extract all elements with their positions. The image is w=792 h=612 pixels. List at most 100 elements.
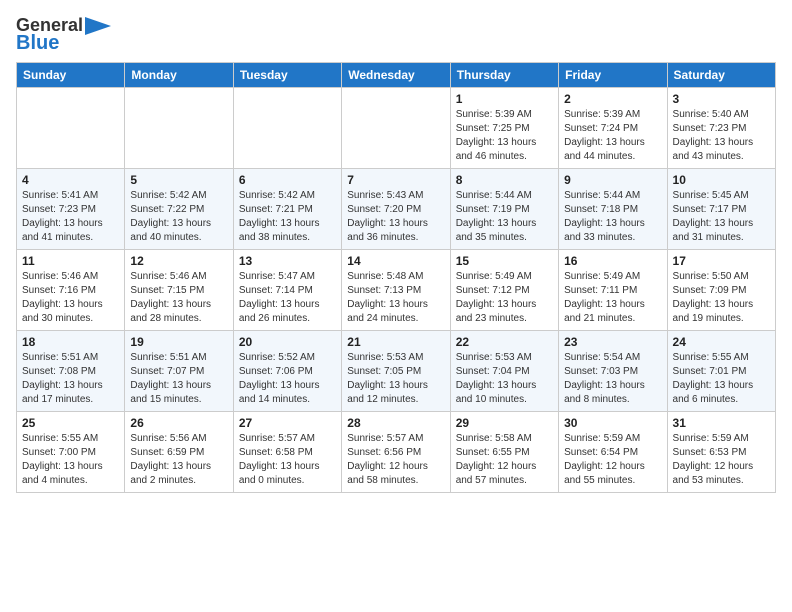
day-number: 31 <box>673 416 770 430</box>
calendar-cell: 26 Sunrise: 5:56 AM Sunset: 6:59 PM Dayli… <box>125 411 233 492</box>
calendar-cell: 13 Sunrise: 5:47 AM Sunset: 7:14 PM Dayli… <box>233 249 341 330</box>
calendar-cell: 4 Sunrise: 5:41 AM Sunset: 7:23 PM Daylig… <box>17 168 125 249</box>
logo-arrow-icon <box>85 17 111 35</box>
day-info: Sunrise: 5:42 AM Sunset: 7:21 PM Dayligh… <box>239 189 336 245</box>
day-info: Sunrise: 5:42 AM Sunset: 7:22 PM Dayligh… <box>130 189 227 245</box>
day-info: Sunrise: 5:54 AM Sunset: 7:03 PM Dayligh… <box>564 351 661 407</box>
calendar-week-row: 1 Sunrise: 5:39 AM Sunset: 7:25 PM Daylig… <box>17 87 776 168</box>
calendar-cell <box>125 87 233 168</box>
day-number: 18 <box>22 335 119 349</box>
calendar-cell: 29 Sunrise: 5:58 AM Sunset: 6:55 PM Dayli… <box>450 411 558 492</box>
calendar-cell: 3 Sunrise: 5:40 AM Sunset: 7:23 PM Daylig… <box>667 87 775 168</box>
calendar-week-row: 25 Sunrise: 5:55 AM Sunset: 7:00 PM Dayli… <box>17 411 776 492</box>
day-number: 12 <box>130 254 227 268</box>
logo: General Blue <box>16 16 111 54</box>
day-number: 2 <box>564 92 661 106</box>
day-info: Sunrise: 5:44 AM Sunset: 7:18 PM Dayligh… <box>564 189 661 245</box>
day-info: Sunrise: 5:50 AM Sunset: 7:09 PM Dayligh… <box>673 270 770 326</box>
day-info: Sunrise: 5:52 AM Sunset: 7:06 PM Dayligh… <box>239 351 336 407</box>
day-info: Sunrise: 5:49 AM Sunset: 7:11 PM Dayligh… <box>564 270 661 326</box>
calendar-cell: 7 Sunrise: 5:43 AM Sunset: 7:20 PM Daylig… <box>342 168 450 249</box>
day-number: 25 <box>22 416 119 430</box>
day-info: Sunrise: 5:59 AM Sunset: 6:54 PM Dayligh… <box>564 432 661 488</box>
logo-blue: Blue <box>16 32 59 54</box>
day-number: 24 <box>673 335 770 349</box>
calendar-cell: 22Sunrise: 5:53 AM Sunset: 7:04 PM Dayli… <box>450 330 558 411</box>
day-info: Sunrise: 5:41 AM Sunset: 7:23 PM Dayligh… <box>22 189 119 245</box>
calendar-week-row: 4 Sunrise: 5:41 AM Sunset: 7:23 PM Daylig… <box>17 168 776 249</box>
calendar-cell: 11 Sunrise: 5:46 AM Sunset: 7:16 PM Dayli… <box>17 249 125 330</box>
calendar-cell: 1 Sunrise: 5:39 AM Sunset: 7:25 PM Daylig… <box>450 87 558 168</box>
day-info: Sunrise: 5:46 AM Sunset: 7:15 PM Dayligh… <box>130 270 227 326</box>
calendar-cell: 5 Sunrise: 5:42 AM Sunset: 7:22 PM Daylig… <box>125 168 233 249</box>
day-number: 17 <box>673 254 770 268</box>
day-info: Sunrise: 5:48 AM Sunset: 7:13 PM Dayligh… <box>347 270 444 326</box>
day-info: Sunrise: 5:47 AM Sunset: 7:14 PM Dayligh… <box>239 270 336 326</box>
day-info: Sunrise: 5:57 AM Sunset: 6:56 PM Dayligh… <box>347 432 444 488</box>
day-number: 13 <box>239 254 336 268</box>
day-info: Sunrise: 5:55 AM Sunset: 7:00 PM Dayligh… <box>22 432 119 488</box>
calendar-cell: 25 Sunrise: 5:55 AM Sunset: 7:00 PM Dayli… <box>17 411 125 492</box>
day-number: 10 <box>673 173 770 187</box>
day-number: 29 <box>456 416 553 430</box>
calendar-cell: 9 Sunrise: 5:44 AM Sunset: 7:18 PM Daylig… <box>559 168 667 249</box>
day-number: 4 <box>22 173 119 187</box>
calendar-cell: 2Sunrise: 5:39 AM Sunset: 7:24 PM Daylig… <box>559 87 667 168</box>
day-info: Sunrise: 5:39 AM Sunset: 7:25 PM Dayligh… <box>456 108 553 164</box>
day-number: 16 <box>564 254 661 268</box>
calendar-cell: 6 Sunrise: 5:42 AM Sunset: 7:21 PM Daylig… <box>233 168 341 249</box>
day-number: 6 <box>239 173 336 187</box>
calendar-cell: 21 Sunrise: 5:53 AM Sunset: 7:05 PM Dayli… <box>342 330 450 411</box>
day-number: 26 <box>130 416 227 430</box>
day-info: Sunrise: 5:45 AM Sunset: 7:17 PM Dayligh… <box>673 189 770 245</box>
weekday-header-saturday: Saturday <box>667 62 775 87</box>
day-number: 7 <box>347 173 444 187</box>
calendar-cell: 17 Sunrise: 5:50 AM Sunset: 7:09 PM Dayli… <box>667 249 775 330</box>
day-number: 3 <box>673 92 770 106</box>
day-info: Sunrise: 5:58 AM Sunset: 6:55 PM Dayligh… <box>456 432 553 488</box>
day-number: 15 <box>456 254 553 268</box>
calendar-cell: 16 Sunrise: 5:49 AM Sunset: 7:11 PM Dayli… <box>559 249 667 330</box>
day-number: 30 <box>564 416 661 430</box>
day-number: 11 <box>22 254 119 268</box>
calendar-cell: 12 Sunrise: 5:46 AM Sunset: 7:15 PM Dayli… <box>125 249 233 330</box>
day-info: Sunrise: 5:55 AM Sunset: 7:01 PM Dayligh… <box>673 351 770 407</box>
day-info: Sunrise: 5:46 AM Sunset: 7:16 PM Dayligh… <box>22 270 119 326</box>
calendar-cell: 20 Sunrise: 5:52 AM Sunset: 7:06 PM Dayli… <box>233 330 341 411</box>
day-info: Sunrise: 5:49 AM Sunset: 7:12 PM Dayligh… <box>456 270 553 326</box>
calendar-cell: 15 Sunrise: 5:49 AM Sunset: 7:12 PM Dayli… <box>450 249 558 330</box>
day-info: Sunrise: 5:51 AM Sunset: 7:08 PM Dayligh… <box>22 351 119 407</box>
day-number: 9 <box>564 173 661 187</box>
day-number: 21 <box>347 335 444 349</box>
calendar-cell: 8 Sunrise: 5:44 AM Sunset: 7:19 PM Daylig… <box>450 168 558 249</box>
weekday-header-row: SundayMondayTuesdayWednesdayThursdayFrid… <box>17 62 776 87</box>
day-number: 1 <box>456 92 553 106</box>
weekday-header-monday: Monday <box>125 62 233 87</box>
calendar-cell <box>342 87 450 168</box>
calendar-cell: 19 Sunrise: 5:51 AM Sunset: 7:07 PM Dayli… <box>125 330 233 411</box>
day-info: Sunrise: 5:43 AM Sunset: 7:20 PM Dayligh… <box>347 189 444 245</box>
day-number: 8 <box>456 173 553 187</box>
day-info: Sunrise: 5:40 AM Sunset: 7:23 PM Dayligh… <box>673 108 770 164</box>
calendar-table: SundayMondayTuesdayWednesdayThursdayFrid… <box>16 62 776 493</box>
day-number: 28 <box>347 416 444 430</box>
day-number: 20 <box>239 335 336 349</box>
day-info: Sunrise: 5:53 AM Sunset: 7:05 PM Dayligh… <box>347 351 444 407</box>
day-info: Sunrise: 5:51 AM Sunset: 7:07 PM Dayligh… <box>130 351 227 407</box>
day-info: Sunrise: 5:56 AM Sunset: 6:59 PM Dayligh… <box>130 432 227 488</box>
day-info: Sunrise: 5:44 AM Sunset: 7:19 PM Dayligh… <box>456 189 553 245</box>
day-info: Sunrise: 5:57 AM Sunset: 6:58 PM Dayligh… <box>239 432 336 488</box>
weekday-header-friday: Friday <box>559 62 667 87</box>
weekday-header-tuesday: Tuesday <box>233 62 341 87</box>
weekday-header-sunday: Sunday <box>17 62 125 87</box>
calendar-week-row: 18 Sunrise: 5:51 AM Sunset: 7:08 PM Dayli… <box>17 330 776 411</box>
day-number: 19 <box>130 335 227 349</box>
day-number: 22 <box>456 335 553 349</box>
day-number: 14 <box>347 254 444 268</box>
calendar-cell: 18 Sunrise: 5:51 AM Sunset: 7:08 PM Dayli… <box>17 330 125 411</box>
calendar-cell: 27Sunrise: 5:57 AM Sunset: 6:58 PM Dayli… <box>233 411 341 492</box>
calendar-cell: 10 Sunrise: 5:45 AM Sunset: 7:17 PM Dayli… <box>667 168 775 249</box>
calendar-cell: 28 Sunrise: 5:57 AM Sunset: 6:56 PM Dayli… <box>342 411 450 492</box>
calendar-cell: 30 Sunrise: 5:59 AM Sunset: 6:54 PM Dayli… <box>559 411 667 492</box>
day-number: 5 <box>130 173 227 187</box>
